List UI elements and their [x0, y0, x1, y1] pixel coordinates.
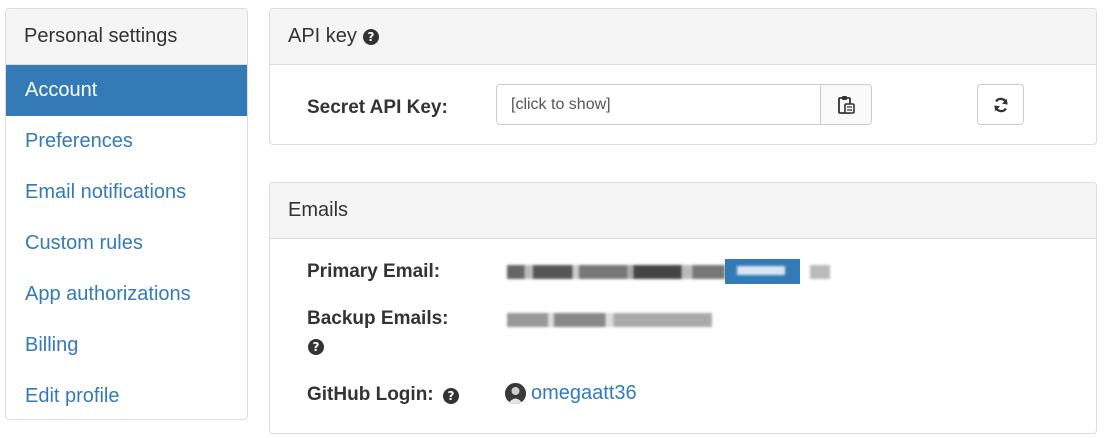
emails-panel-heading: Emails	[270, 183, 1096, 239]
copy-to-clipboard-button[interactable]	[820, 85, 871, 124]
sidebar-item-email-notifications[interactable]: Email notifications	[6, 167, 247, 218]
sidebar-item-app-authorizations[interactable]: App authorizations	[6, 269, 247, 320]
avatar-image	[505, 383, 526, 404]
settings-sidebar: Personal settings Account Preferences Em…	[5, 8, 248, 420]
sidebar-heading: Personal settings	[6, 9, 247, 65]
api-key-title: API key	[288, 25, 357, 47]
backup-email-redacted	[507, 313, 712, 327]
api-key-panel-heading: API key ?	[270, 9, 1096, 65]
sidebar-item-billing[interactable]: Billing	[6, 320, 247, 371]
secret-key-input[interactable]	[497, 85, 820, 124]
emails-title: Emails	[288, 199, 349, 221]
help-icon[interactable]: ?	[442, 388, 459, 404]
help-icon[interactable]: ?	[308, 339, 324, 355]
secret-key-input-group	[496, 84, 872, 125]
backup-emails-label: Backup Emails:	[307, 308, 449, 329]
api-key-panel: API key ? Secret API Key:	[269, 8, 1097, 145]
clipboard-icon	[838, 95, 855, 114]
github-avatar	[505, 383, 526, 404]
github-login-text: GitHub Login:	[307, 384, 434, 405]
sidebar-item-custom-rules[interactable]: Custom rules	[6, 218, 247, 269]
help-icon[interactable]: ?	[362, 28, 379, 45]
primary-email-label: Primary Email:	[307, 261, 441, 282]
sidebar-item-edit-profile[interactable]: Edit profile	[6, 371, 247, 419]
github-username-link[interactable]: omegaatt36	[531, 382, 637, 405]
sidebar-item-account[interactable]: Account	[6, 65, 247, 116]
sidebar-item-preferences[interactable]: Preferences	[6, 116, 247, 167]
secret-api-key-label: Secret API Key:	[307, 97, 448, 118]
github-login-label: GitHub Login: ?	[307, 384, 459, 406]
emails-panel: Emails Primary Email: Backup Emails: ? G…	[269, 182, 1097, 434]
regenerate-key-button[interactable]	[977, 84, 1024, 125]
refresh-icon	[993, 97, 1008, 112]
domain-badge	[725, 259, 800, 284]
